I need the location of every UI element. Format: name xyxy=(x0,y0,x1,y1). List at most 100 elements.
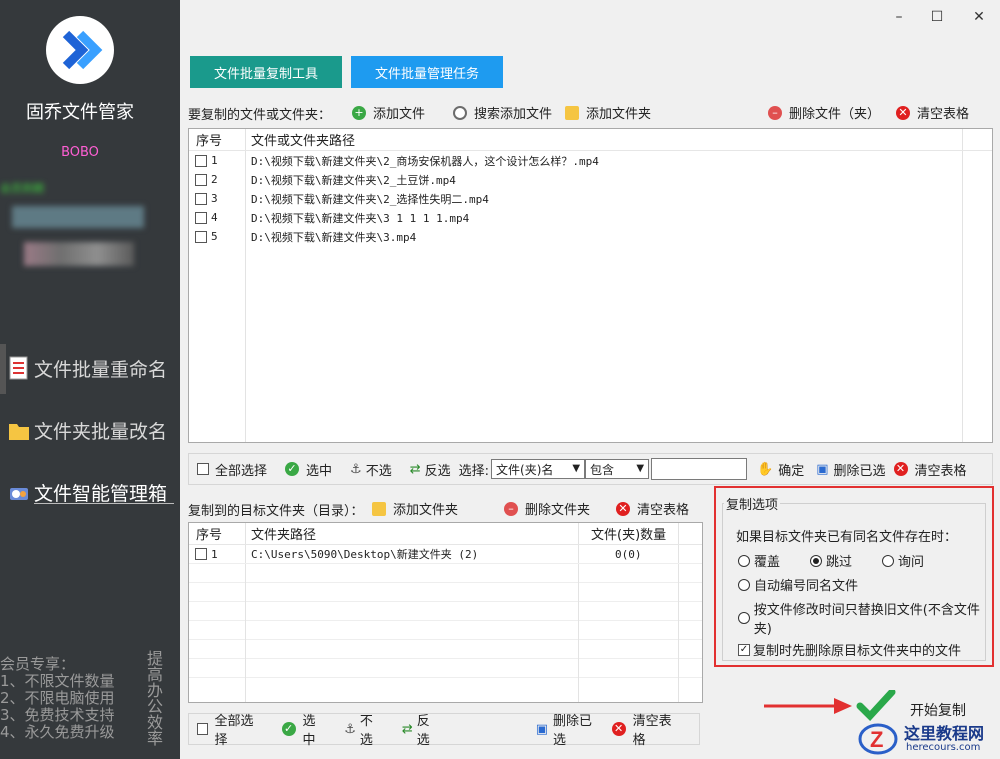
select-value: 包含 xyxy=(590,462,615,477)
button-label: 清空表格 xyxy=(637,503,690,518)
invert-icon: ⇄ xyxy=(409,461,421,477)
table-row[interactable]: 1 D:\视频下载\新建文件夹\2_商场安保机器人，这个设计怎么样？.mp4 xyxy=(189,151,992,170)
tab-batch-copy[interactable]: 文件批量复制工具 xyxy=(190,56,342,88)
target-clear-table-button[interactable]: ✕ 清空表格 xyxy=(611,710,681,748)
delete-window-icon: ▣ xyxy=(816,461,829,477)
label: 清空表格 xyxy=(914,463,967,479)
table-row[interactable]: 1 C:\Users\5090\Desktop\新建文件夹 (2) 0(0) xyxy=(189,545,702,564)
user-name: BOBO xyxy=(61,145,99,160)
table-row[interactable]: 5 D:\视频下载\新建文件夹\3.mp4 xyxy=(189,227,992,246)
delete-file-button[interactable]: – 删除文件（夹） xyxy=(768,103,880,122)
search-add-file-button[interactable]: 搜索添加文件 xyxy=(453,103,552,122)
radio-selected-icon xyxy=(810,554,822,567)
row-checkbox[interactable] xyxy=(195,548,207,560)
source-label: 要复制的文件或文件夹： xyxy=(188,108,332,123)
watermark-logo: Z 这里教程网 herecours.com xyxy=(858,718,1000,759)
add-folder-button[interactable]: 添加文件夹 xyxy=(565,103,651,122)
row-checkbox[interactable] xyxy=(195,173,207,186)
tab-batch-manage[interactable]: 文件批量管理任务 xyxy=(351,56,503,88)
delete-checked-button[interactable]: ▣ 删除已选 xyxy=(816,460,885,479)
cell-path: D:\视频下载\新建文件夹\2_商场安保机器人，这个设计怎么样？.mp4 xyxy=(251,154,599,168)
radio-overwrite[interactable]: 覆盖 xyxy=(738,551,780,570)
radio-auto-number[interactable]: 自动编号同名文件 xyxy=(738,575,858,594)
label: 确定 xyxy=(778,463,805,479)
check-icon: ✓ xyxy=(285,462,300,476)
select-all-checkbox[interactable]: 全部选择 xyxy=(197,460,267,479)
empty-row xyxy=(189,640,702,659)
search-icon xyxy=(453,105,467,120)
invert-button[interactable]: ⇄ 反选 xyxy=(410,460,451,479)
promo-line: 会员专享： xyxy=(0,655,76,673)
document-list-icon xyxy=(8,356,30,380)
button-label: 删除文件夹 xyxy=(525,503,591,518)
check-icon: ✓ xyxy=(281,722,296,736)
row-checkbox[interactable] xyxy=(195,154,207,167)
arrow-icon xyxy=(764,694,854,718)
button-label: 添加文件夹 xyxy=(393,503,459,518)
source-file-table[interactable]: 序号 文件或文件夹路径 1 D:\视频下载\新建文件夹\2_商场安保机器人，这个设… xyxy=(188,128,993,443)
empty-row xyxy=(189,602,702,621)
clear-icon: ✕ xyxy=(611,722,626,736)
button-label: 添加文件 xyxy=(373,107,426,122)
label: 反选 xyxy=(424,463,451,479)
add-file-button[interactable]: + 添加文件 xyxy=(352,103,425,122)
label: 询问 xyxy=(898,555,925,570)
label: 选中 xyxy=(302,714,316,748)
filter-input[interactable] xyxy=(651,458,748,480)
toolbox-icon xyxy=(8,480,30,504)
member-promo: 会员专享： 1、不限文件数量 2、不限电脑使用 3、免费技术支持 4、永久免费升… xyxy=(0,656,140,741)
nav-indicator xyxy=(0,344,6,394)
cell-count: 0(0) xyxy=(615,547,642,561)
nav-rename-folders[interactable]: 文件夹批量改名 xyxy=(8,412,178,448)
row-checkbox[interactable] xyxy=(195,192,207,205)
cell-no: 2 xyxy=(211,173,218,186)
nav-smart-manager[interactable]: 文件智能管理箱 xyxy=(8,474,178,510)
delete-first-checkbox[interactable]: ✓ 复制时先删除原目标文件夹中的文件 xyxy=(738,640,961,659)
minimize-button[interactable]: – xyxy=(888,6,910,28)
watermark-z-icon: Z xyxy=(858,720,898,758)
empty-row xyxy=(189,621,702,640)
row-checkbox[interactable] xyxy=(195,230,207,243)
clear-table-button[interactable]: ✕ 清空表格 xyxy=(896,103,969,122)
target-folder-table[interactable]: 序号 文件夹路径 文件(夹)数量 1 C:\Users\5090\Desktop… xyxy=(188,522,703,703)
row-checkbox[interactable] xyxy=(195,211,207,224)
check-button[interactable]: ✓ 选中 xyxy=(285,460,332,479)
table-row[interactable]: 3 D:\视频下载\新建文件夹\2_选择性失明二.mp4 xyxy=(189,189,992,208)
nav-rename-files[interactable]: 文件批量重命名 xyxy=(8,350,178,386)
radio-by-modified-time[interactable]: 按文件修改时间只替换旧文件(不含文件夹) xyxy=(738,599,992,637)
clear-button[interactable]: ✕ 清空表格 xyxy=(893,460,967,479)
button-label: 搜索添加文件 xyxy=(474,107,553,122)
empty-row xyxy=(189,583,702,602)
target-clear-button[interactable]: ✕ 清空表格 xyxy=(616,499,689,518)
field-select[interactable]: 文件(夹)名 ▼ xyxy=(491,459,586,479)
maximize-button[interactable]: ☐ xyxy=(926,6,948,28)
promo-line: 3、免费技术支持 xyxy=(0,706,115,724)
radio-skip[interactable]: 跳过 xyxy=(810,551,852,570)
promo-line: 4、永久免费升级 xyxy=(0,723,115,741)
clear-icon: ✕ xyxy=(893,462,908,476)
target-delete-folder-button[interactable]: – 删除文件夹 xyxy=(504,499,590,518)
button-label: 删除文件（夹） xyxy=(789,107,881,122)
radio-icon xyxy=(738,578,750,591)
target-uncheck-button[interactable]: ⚓ 不选 xyxy=(344,710,384,748)
mode-select[interactable]: 包含 ▼ xyxy=(585,459,650,479)
target-select-all-checkbox[interactable]: 全部选择 xyxy=(197,710,264,748)
label: 选中 xyxy=(306,463,333,479)
confirm-button[interactable]: ✋ 确定 xyxy=(757,460,804,479)
close-button[interactable]: ✕ xyxy=(968,6,990,28)
radio-ask[interactable]: 询问 xyxy=(882,551,924,570)
table-row[interactable]: 4 D:\视频下载\新建文件夹\3 1 1 1 1.mp4 xyxy=(189,208,992,227)
table-row[interactable]: 2 D:\视频下载\新建文件夹\2_土豆饼.mp4 xyxy=(189,170,992,189)
hand-icon: ✋ xyxy=(757,461,774,477)
copy-options-title: 复制选项 xyxy=(724,494,781,513)
target-add-folder-button[interactable]: 添加文件夹 xyxy=(372,499,458,518)
cell-no: 3 xyxy=(211,192,218,205)
target-delete-checked-button[interactable]: ▣ 删除已选 xyxy=(536,710,602,748)
start-copy-button[interactable]: 开始复制 xyxy=(910,700,966,720)
folder-add-icon xyxy=(372,501,386,516)
nav-label: 文件夹批量改名 xyxy=(34,420,168,443)
target-check-button[interactable]: ✓ 选中 xyxy=(281,710,327,748)
target-invert-button[interactable]: ⇄ 反选 xyxy=(402,710,441,748)
label: 按文件修改时间只替换旧文件(不含文件夹) xyxy=(753,603,980,637)
uncheck-button[interactable]: ⚓ 不选 xyxy=(350,460,392,479)
